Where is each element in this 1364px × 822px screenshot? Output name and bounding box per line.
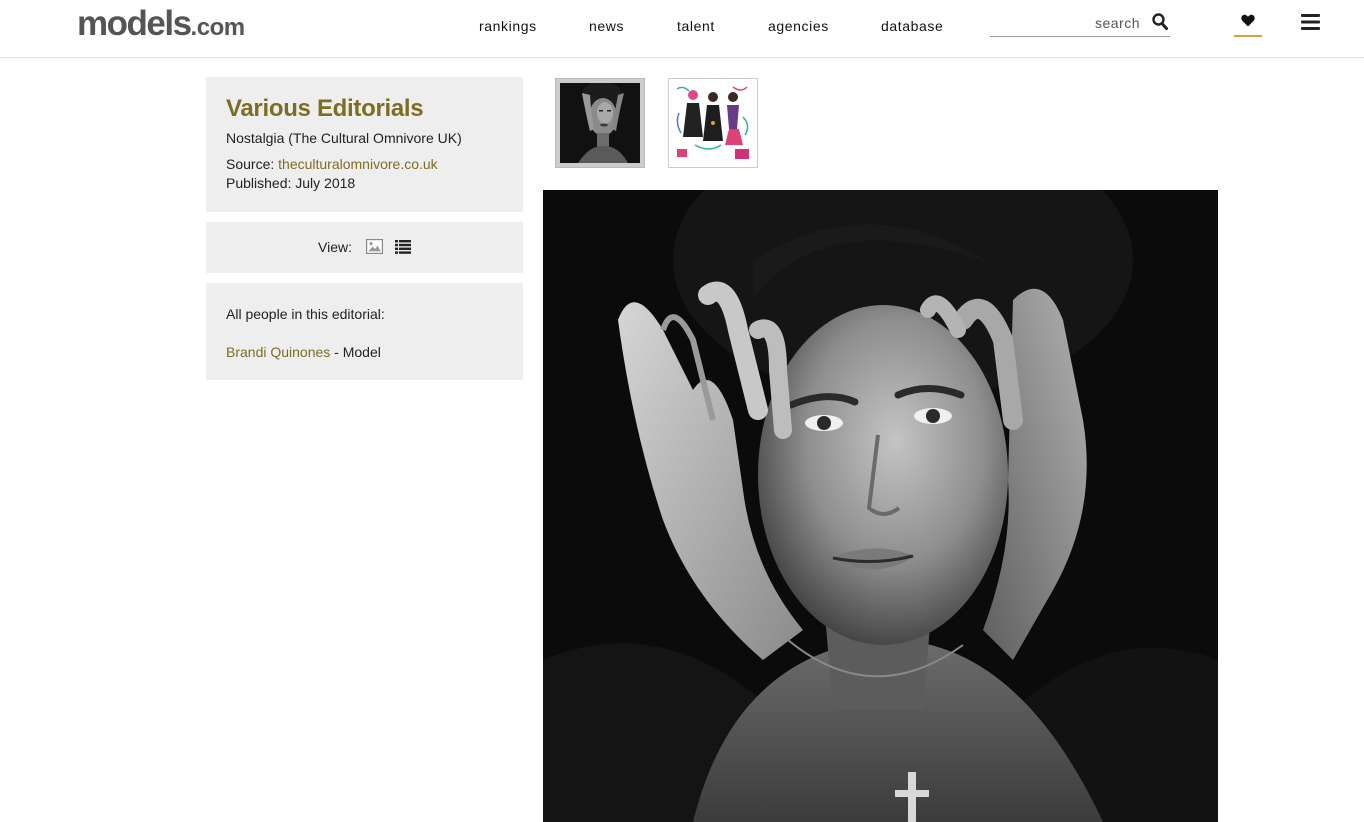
source-label: Source: <box>226 156 275 172</box>
image-view-icon[interactable] <box>366 239 384 255</box>
nav-rankings[interactable]: rankings <box>479 18 537 34</box>
logo-main-text: models <box>77 4 192 43</box>
nav-news[interactable]: news <box>589 18 624 34</box>
main-editorial-photo[interactable] <box>543 190 1218 822</box>
heart-icon <box>1241 14 1255 32</box>
person-role: - Model <box>330 344 381 360</box>
thumbnail-illustration-image <box>673 83 753 163</box>
people-panel: All people in this editorial: Brandi Qui… <box>206 283 523 380</box>
editorial-title: Various Editorials <box>226 95 424 122</box>
list-view-icon[interactable] <box>395 240 411 254</box>
gallery-thumbnail-portrait[interactable] <box>555 78 645 168</box>
view-toggle-panel: View: <box>206 222 523 273</box>
nav-agencies[interactable]: agencies <box>768 18 829 34</box>
search-icon[interactable] <box>1152 13 1168 31</box>
editorial-subtitle: Nostalgia (The Cultural Omnivore UK) <box>226 130 462 146</box>
nav-talent[interactable]: talent <box>677 18 715 34</box>
portrait-photo-image <box>543 190 1218 822</box>
person-link[interactable]: Brandi Quinones <box>226 344 330 360</box>
search-input[interactable] <box>990 12 1140 34</box>
editorial-info-panel: Various Editorials Nostalgia (The Cultur… <box>206 77 523 212</box>
hamburger-menu-icon[interactable] <box>1301 14 1320 30</box>
editorial-source: Source: theculturalomnivore.co.uk <box>226 155 503 174</box>
people-list-item: Brandi Quinones - Model <box>226 343 503 361</box>
site-logo[interactable]: models .com <box>77 4 245 44</box>
editorial-published: Published: July 2018 <box>226 175 356 191</box>
people-heading: All people in this editorial: <box>226 306 385 322</box>
search-box <box>990 10 1170 37</box>
favorites-button[interactable] <box>1234 11 1262 37</box>
site-header: models .com rankings news talent agencies… <box>0 0 1364 58</box>
gallery-thumbnail-illustration[interactable] <box>668 78 758 168</box>
logo-suffix-text: .com <box>190 14 246 41</box>
source-link[interactable]: theculturalomnivore.co.uk <box>278 156 438 172</box>
nav-database[interactable]: database <box>881 18 943 34</box>
thumbnail-portrait-image <box>560 83 640 163</box>
view-label: View: <box>318 239 352 255</box>
